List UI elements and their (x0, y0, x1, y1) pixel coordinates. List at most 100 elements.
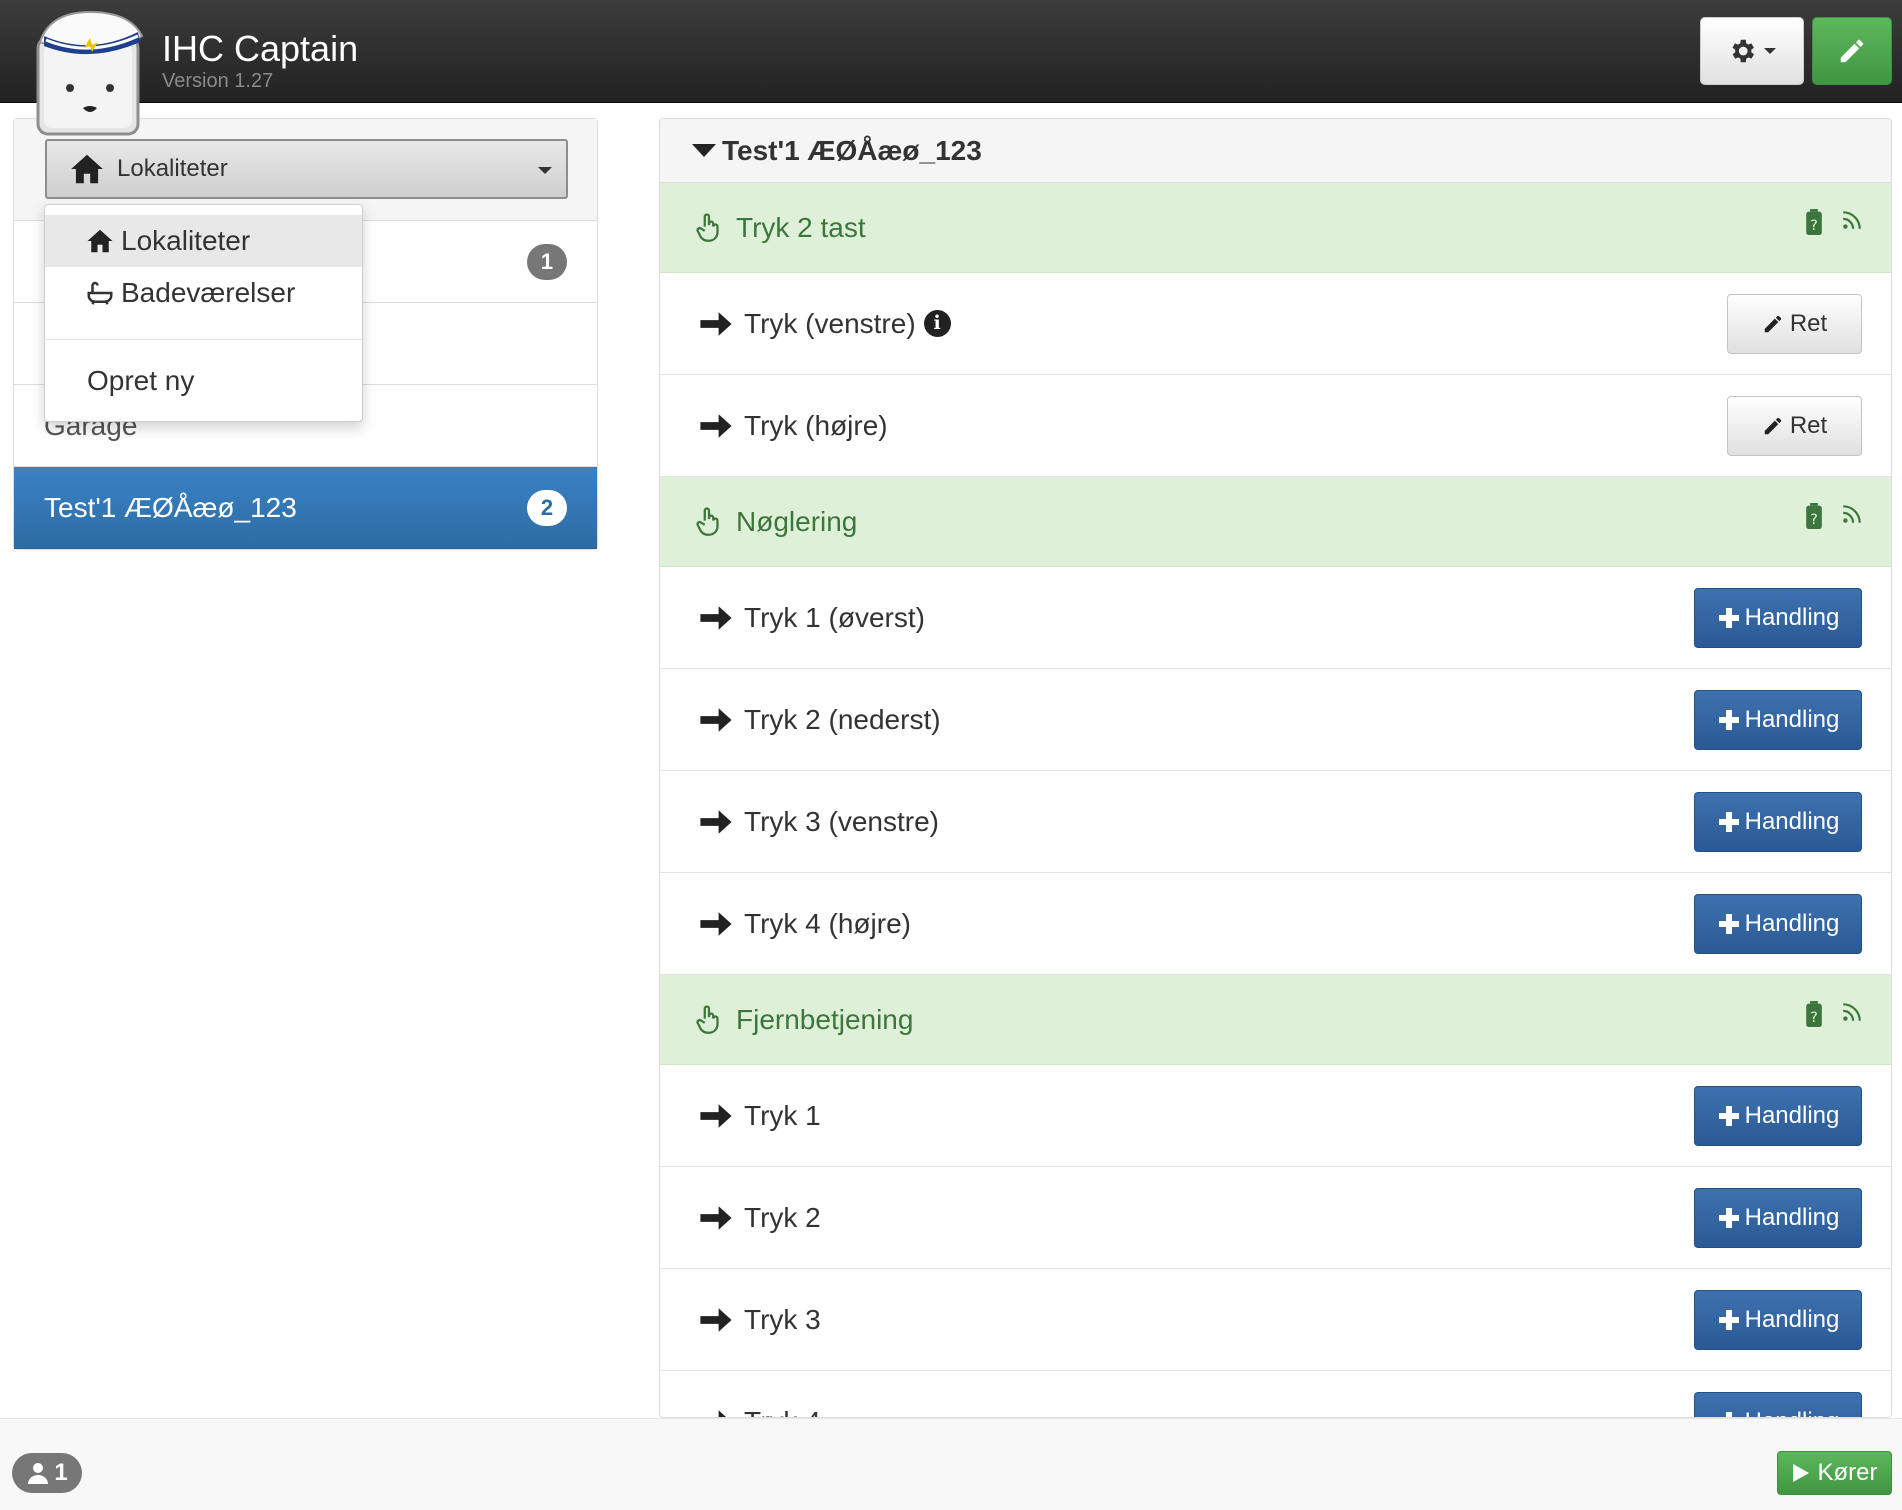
settings-button[interactable] (1700, 17, 1804, 85)
app-version: Version 1.27 (162, 70, 274, 92)
add-action-button[interactable]: Handling (1694, 894, 1862, 954)
collapse-triangle-icon[interactable] (692, 144, 716, 157)
device-group-tryk-2-tast[interactable]: Tryk 2 tast ? (660, 183, 1891, 273)
add-action-button-label: Handling (1745, 1408, 1840, 1417)
rss-icon (1843, 505, 1861, 523)
add-action-button-label: Handling (1744, 1102, 1840, 1129)
input-label: Tryk 1 (øverst) (744, 601, 925, 633)
location-type-select[interactable]: Lokaliteter (45, 139, 568, 199)
add-action-button[interactable]: Handling (1694, 1392, 1862, 1417)
app-title: IHC Captain (162, 28, 359, 69)
hand-pointer-icon (696, 1004, 719, 1034)
arrow-right-icon (700, 311, 732, 336)
connected-users-badge[interactable]: 1 (12, 1453, 82, 1493)
input-label: Tryk 1 (744, 1099, 821, 1131)
device-group-name: Fjernbetjening (736, 1003, 914, 1035)
device-group-name: Nøglering (736, 505, 858, 537)
input-row: Tryk 3 Handling (660, 1269, 1891, 1371)
home-icon (71, 154, 103, 184)
location-detail-title: Test'1 ÆØÅæø_123 (722, 134, 982, 166)
add-action-button-label: Handling (1744, 604, 1840, 631)
add-action-button-label: Handling (1744, 910, 1840, 937)
location-count-badge: 1 (527, 244, 567, 280)
input-row: Tryk 3 (venstre) Handling (660, 771, 1891, 873)
dropdown-item-lokaliteter[interactable]: Lokaliteter (45, 215, 362, 267)
plus-icon (1718, 1208, 1739, 1228)
plus-icon (1718, 812, 1739, 832)
device-status-icons: ? (1805, 1001, 1863, 1027)
add-action-button-label: Handling (1744, 706, 1840, 733)
device-group-name: Tryk 2 tast (736, 211, 866, 243)
plus-icon (1725, 1412, 1732, 1417)
dropdown-divider (45, 339, 362, 340)
battery-icon: ? (1806, 503, 1822, 529)
plus-icon (1718, 710, 1739, 730)
dropdown-create-new[interactable]: Opret ny (87, 365, 194, 397)
bathtub-icon (87, 281, 113, 305)
rss-icon (1843, 211, 1861, 229)
add-action-button-label: Handling (1744, 1204, 1840, 1231)
pencil-icon (1840, 39, 1864, 63)
arrow-right-icon (700, 1205, 732, 1230)
device-group-fjernbetjening[interactable]: Fjernbetjening ? (660, 975, 1891, 1065)
device-group-noeglering[interactable]: Nøglering ? (660, 477, 1891, 567)
svg-text:?: ? (1810, 1010, 1818, 1026)
device-status-icons: ? (1805, 503, 1863, 529)
battery-icon: ? (1806, 1001, 1822, 1027)
edit-input-button-label: Ret (1789, 310, 1828, 337)
edit-input-button[interactable]: Ret (1727, 396, 1862, 456)
location-type-select-label: Lokaliteter (117, 155, 228, 182)
pencil-icon (1764, 417, 1782, 435)
arrow-right-icon (700, 1103, 732, 1128)
input-label: Tryk 2 (nederst) (744, 703, 941, 735)
gear-icon (1732, 39, 1754, 63)
input-row: Tryk (højre) Ret (660, 375, 1891, 477)
add-action-button[interactable]: Handling (1694, 588, 1862, 648)
hand-pointer-icon (696, 506, 719, 536)
user-icon (28, 1463, 49, 1484)
location-type-dropdown: Lokaliteter Badeværelser Opret ny (44, 204, 363, 422)
arrow-right-icon (700, 413, 732, 438)
play-icon (1792, 1464, 1809, 1482)
top-navbar: IHC Captain Version 1.27 (0, 0, 1902, 103)
plus-icon (1718, 1310, 1739, 1330)
rss-icon (1843, 1003, 1861, 1021)
add-action-button[interactable]: Handling (1694, 792, 1862, 852)
pencil-icon (1764, 315, 1782, 333)
input-row: Tryk 4 (højre) Handling (660, 873, 1891, 975)
dropdown-item-badevaerelser[interactable]: Badeværelser (45, 267, 362, 319)
connected-users-count: 1 (54, 1459, 68, 1486)
input-label: Tryk 3 (744, 1303, 821, 1335)
input-row: Tryk 1 (øverst) Handling (660, 567, 1891, 669)
chevron-down-icon (1764, 48, 1776, 54)
arrow-right-icon (700, 605, 732, 630)
device-status-icons: ? (1805, 209, 1863, 235)
info-icon[interactable]: i (923, 310, 951, 337)
add-action-button-label: Handling (1744, 1306, 1840, 1333)
input-row: Tryk 2 Handling (660, 1167, 1891, 1269)
hand-pointer-icon (696, 212, 719, 242)
add-action-button-label: Handling (1744, 808, 1840, 835)
add-action-button[interactable]: Handling (1694, 1188, 1862, 1248)
edit-mode-button[interactable] (1812, 17, 1892, 85)
location-detail-header[interactable]: Test'1 ÆØÅæø_123 (660, 119, 1891, 183)
location-item-test[interactable]: Test'1 ÆØÅæø_123 2 (14, 467, 597, 549)
location-count-badge: 2 (527, 490, 567, 526)
add-action-button[interactable]: Handling (1694, 690, 1862, 750)
dropdown-item-label: Badeværelser (121, 277, 296, 308)
arrow-right-icon (700, 1307, 732, 1332)
input-row: Tryk (venstre) i Ret (660, 273, 1891, 375)
running-status-button[interactable]: Kører (1777, 1451, 1892, 1495)
dropdown-item-label: Lokaliteter (121, 225, 251, 256)
home-icon (87, 229, 113, 253)
plus-icon (1718, 608, 1739, 628)
plus-icon (1718, 914, 1739, 934)
location-detail-panel: Test'1 ÆØÅæø_123 Tryk 2 tast ? Tryk (ven… (659, 118, 1892, 1418)
add-action-button[interactable]: Handling (1694, 1290, 1862, 1350)
add-action-button[interactable]: Handling (1694, 1086, 1862, 1146)
input-label: Tryk (højre) (744, 409, 888, 441)
input-label: Tryk 4 (højre) (744, 907, 911, 939)
input-row: Tryk 4 Handling (660, 1371, 1891, 1417)
edit-input-button-label: Ret (1789, 412, 1828, 439)
edit-input-button[interactable]: Ret (1727, 294, 1862, 354)
